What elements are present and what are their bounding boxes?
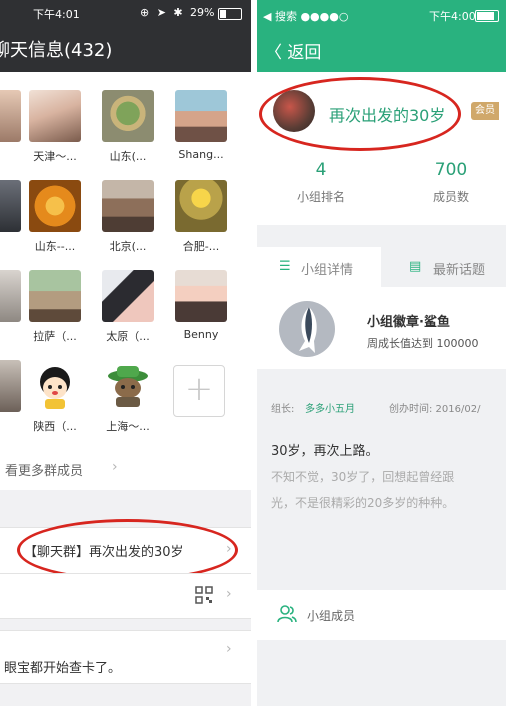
member-name: Shang... [178,148,224,161]
highlight-circle [259,77,461,151]
member-count-value: 700 [434,160,468,180]
member-name: 上海～... [106,420,150,433]
add-member-button[interactable]: + [173,365,225,417]
chevron-right-icon: › [226,586,232,602]
member-avatar-partial[interactable] [0,90,24,142]
status-icons: ⊕ ➤ ✱ [140,6,185,19]
member-item[interactable]: 天津～... [26,90,84,164]
badge-subtitle: 周成长值达到 100000 [367,337,479,350]
more-members-label: 看更多群成员 [5,464,84,479]
avatar [29,270,81,322]
avatar [102,270,154,322]
member-item[interactable]: 陕西（... [26,360,84,434]
chat-icon: ▤ [409,259,422,274]
rank-label: 小组排名 [296,190,345,204]
member-count-label: 成员数 [432,190,469,204]
member-item[interactable]: 北京(... [99,180,157,254]
members-icon [277,604,297,628]
tab-latest-topics[interactable]: ▤ 最新话题 [381,247,506,287]
status-bar: ◀ 搜索 ●●●●○ 下午4:00 [257,8,506,24]
member-name: 陕西（... [33,420,77,433]
more-members-link[interactable]: 看更多群成员 › [0,456,251,484]
member-grid: 天津～... 山东(... Shang... 山东--... 北京(... 合肥… [0,72,251,490]
avatar [102,180,154,232]
avatar [29,90,81,142]
page-title: 聊天信息(432) [0,40,113,61]
member-name: 合肥-... [182,240,220,253]
member-name: 北京(... [109,240,147,253]
cartoon-hat-icon [108,366,148,407]
group-description-line: 光，不是很精彩的20多岁的种种。 [271,496,455,510]
member-avatar-partial[interactable] [0,360,24,412]
member-item[interactable]: 山东(... [99,90,157,164]
member-name: 拉萨（... [33,330,77,343]
status-time: 下午4:01 [33,8,80,21]
status-bar: 下午4:01 ⊕ ➤ ✱ 29% [0,6,251,24]
member-item[interactable]: 拉萨（... [26,270,84,344]
member-item[interactable]: 合肥-... [172,180,230,254]
chat-info-screen: 下午4:01 ⊕ ➤ ✱ 29% 聊天信息(432) 天津～... 山东(...… [0,0,251,706]
members-label: 小组成员 [307,609,356,623]
rank-value: 4 [315,160,327,180]
list-icon: ☰ [279,259,291,274]
group-members-row[interactable]: 小组成员 [257,590,506,640]
cartoon-face-icon [40,367,70,409]
vip-badge: 会员 [471,102,499,120]
avatar [175,90,227,142]
detail-tabs: ☰ 小组详情 ▤ 最新话题 [257,247,506,287]
back-to-search[interactable]: ◀ 搜索 ●●●●○ [263,8,348,24]
back-button[interactable]: 〈 返回 [265,38,321,63]
avatar [175,180,227,232]
chevron-right-icon: › [226,641,232,657]
member-item[interactable]: Shang... [172,90,230,161]
member-name: 太原（... [106,330,150,343]
member-item[interactable]: 上海～... [99,360,157,434]
group-detail-header: ◀ 搜索 ●●●●○ 下午4:00 〈 返回 [257,0,506,72]
highlight-circle [17,519,238,581]
group-notice-text: 眼宝都开始查卡了。 [4,661,122,676]
group-qrcode-row[interactable]: › [0,573,251,619]
leader-name[interactable]: 多多小五月 [305,400,355,415]
battery-icon [218,8,242,20]
member-item[interactable]: Benny [172,270,230,341]
avatar [175,270,227,322]
avatar [102,90,154,142]
member-name: 山东(... [109,150,147,163]
leader-label: 组长: [271,404,295,415]
tab-group-details[interactable]: ☰ 小组详情 [257,247,381,287]
qrcode-icon [195,586,213,608]
shark-icon [279,301,335,357]
battery-percent: 29% [190,6,215,19]
member-avatar-partial[interactable] [0,180,24,232]
created-date: 创办时间: 2016/02/ [389,404,481,415]
member-name: 山东--... [34,240,76,253]
group-motto: 30岁，再次上路。 [271,444,379,459]
badge-title: 小组徽章·鲨鱼 [367,315,450,330]
member-item[interactable]: 太原（... [99,270,157,344]
group-description-line: 不知不觉，30岁了，回想起曾经跟 [271,470,455,484]
group-detail-screen: ◀ 搜索 ●●●●○ 下午4:00 〈 返回 再次出发的30岁 会员 4 小组排… [257,0,506,706]
avatar [29,180,81,232]
group-badge-card: 小组徽章·鲨鱼 周成长值达到 100000 [257,287,506,369]
chat-info-header: 下午4:01 ⊕ ➤ ✱ 29% 聊天信息(432) [0,0,251,72]
avatar [102,360,154,412]
member-name: 天津～... [33,150,77,163]
chevron-right-icon: › [112,459,118,475]
status-time: 下午4:00 [429,10,476,23]
avatar [29,360,81,412]
tab-label: 最新话题 [433,263,486,278]
member-item[interactable]: 山东--... [26,180,84,254]
group-notice-row[interactable]: 眼宝都开始查卡了。 › [0,630,251,684]
tab-label: 小组详情 [301,263,354,278]
member-avatar-partial[interactable] [0,270,24,322]
group-info: 组长: 多多小五月 创办时间: 2016/02/ 30岁，再次上路。 不知不觉，… [257,388,506,528]
member-name: Benny [183,328,219,341]
battery-icon [475,10,499,22]
